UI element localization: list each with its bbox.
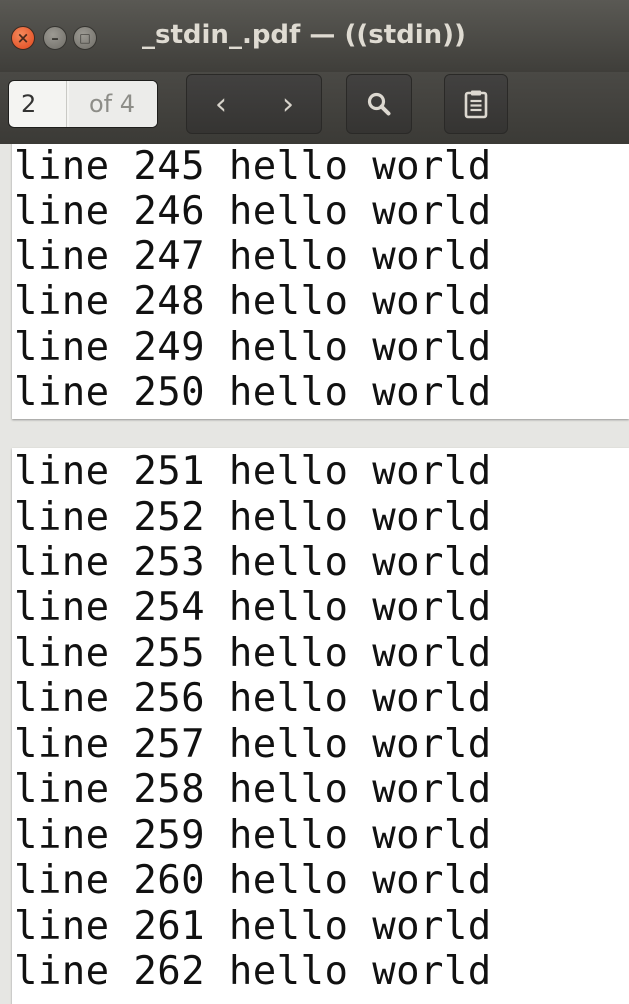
page-text-line: line 262 hello world [14, 949, 492, 994]
maximize-button[interactable]: □ [73, 26, 97, 50]
page-text-line: line 256 hello world [14, 676, 492, 721]
document-menu-icon [445, 75, 507, 133]
title-bar: × – □ _stdin_.pdf — ((stdin)) [0, 0, 629, 72]
page-text-line: line 254 hello world [14, 585, 492, 630]
search-icon [347, 75, 411, 133]
close-icon: × [16, 29, 30, 47]
chevron-right-icon: › [282, 86, 294, 122]
page-text-line: line 258 hello world [14, 767, 492, 812]
page-text-line: line 251 hello world [14, 449, 492, 494]
page-text-line: line 260 hello world [14, 858, 492, 903]
page-text-line: line 257 hello world [14, 722, 492, 767]
page-text-line: line 250 hello world [14, 370, 492, 415]
close-button[interactable]: × [11, 26, 35, 50]
page-text-line: line 253 hello world [14, 540, 492, 585]
page-text-line: line 249 hello world [14, 325, 492, 370]
pdf-page-1: line 245 hello world line 246 hello worl… [12, 144, 629, 419]
search-button[interactable] [346, 74, 412, 134]
page-text-line: line 247 hello world [14, 234, 492, 279]
minimize-button[interactable]: – [43, 26, 67, 50]
current-page-input[interactable]: 2 [9, 81, 67, 127]
page-text-line: line 261 hello world [14, 904, 492, 949]
pdf-page-2: line 251 hello world line 252 hello worl… [12, 448, 629, 1004]
page-text-line: line 259 hello world [14, 813, 492, 858]
page-text-line: line 248 hello world [14, 279, 492, 324]
chevron-left-icon: ‹ [215, 86, 227, 122]
next-page-button[interactable]: › [255, 75, 321, 133]
document-viewer[interactable]: line 245 hello world line 246 hello worl… [0, 144, 629, 1004]
page-navigation-group: ‹ › [186, 74, 322, 134]
document-menu-button[interactable] [444, 74, 508, 134]
minimize-icon: – [51, 29, 59, 47]
maximize-icon: □ [79, 31, 91, 45]
page-text-line: line 255 hello world [14, 631, 492, 676]
page-total-label: of 4 [69, 81, 157, 127]
page-text-line: line 245 hello world [14, 144, 492, 189]
previous-page-button[interactable]: ‹ [187, 75, 255, 133]
window-title: _stdin_.pdf — ((stdin)) [142, 20, 466, 50]
page-text-line: line 246 hello world [14, 189, 492, 234]
page-text-line: line 252 hello world [14, 495, 492, 540]
page-number-entry[interactable]: 2 of 4 [8, 80, 158, 128]
